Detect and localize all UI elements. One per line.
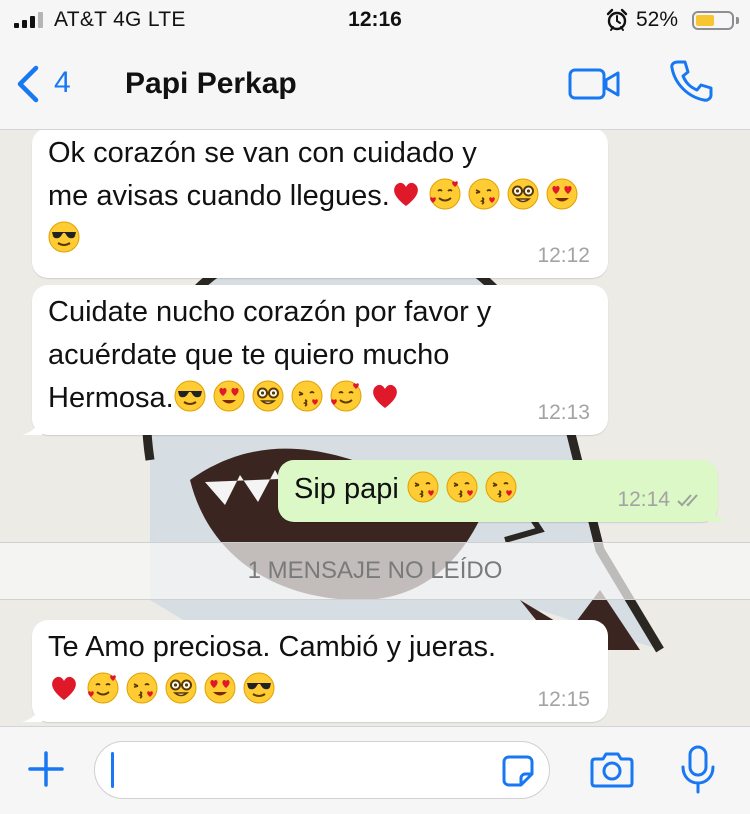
message-text: Te Amo preciosa. Cambió y jueras.	[48, 631, 497, 663]
back-chevron-icon	[17, 65, 39, 103]
video-call-icon[interactable]	[568, 66, 622, 102]
bubble-tail	[22, 704, 42, 722]
status-bar: AT&T 4G LTE 12:16 52%	[0, 0, 750, 40]
battery-percent: 52%	[636, 8, 679, 31]
message-timestamp: 12:12	[537, 244, 590, 267]
unread-divider-label: 1 MENSAJE NO LEÍDO	[247, 557, 503, 584]
face-blowing-kiss-emoji-icon	[407, 471, 439, 503]
red-heart-emoji-icon	[393, 182, 418, 206]
alarm-icon	[606, 8, 628, 31]
message-time-value: 12:14	[617, 488, 670, 511]
sunglasses-face-emoji-icon	[174, 380, 206, 412]
nerd-face-emoji-icon	[165, 672, 197, 704]
face-blowing-kiss-emoji-icon	[468, 178, 500, 210]
smiling-face-with-hearts-emoji-icon	[429, 178, 461, 210]
smiling-face-with-hearts-emoji-icon	[87, 672, 119, 704]
camera-icon[interactable]	[590, 749, 634, 789]
contact-name[interactable]: Papi Perkap	[125, 67, 297, 101]
sticker-icon[interactable]	[501, 754, 535, 788]
text-cursor	[111, 752, 114, 788]
nerd-face-emoji-icon	[507, 178, 539, 210]
chat-header: 4 Papi Perkap	[0, 40, 750, 130]
message-list[interactable]: Ok corazón se van con cuidado y me avisa…	[0, 130, 750, 726]
message-timestamp: 12:15	[537, 688, 590, 711]
message-bubble-incoming[interactable]: Cuidate nucho corazón por favor y acuérd…	[22, 285, 608, 435]
smiling-face-with-hearts-emoji-icon	[330, 380, 362, 412]
red-heart-emoji-icon	[372, 384, 397, 408]
battery-fill	[696, 15, 714, 26]
message-bubble-incoming[interactable]: Te Amo preciosa. Cambió y jueras. 12:15	[22, 620, 608, 722]
composer-bar	[0, 726, 750, 814]
sunglasses-face-emoji-icon	[243, 672, 275, 704]
microphone-icon[interactable]	[680, 745, 716, 795]
sunglasses-face-emoji-icon	[48, 221, 80, 253]
red-heart-emoji-icon	[52, 676, 76, 700]
bubble-tail	[708, 504, 728, 522]
message-input[interactable]	[94, 741, 550, 799]
face-blowing-kiss-emoji-icon	[291, 380, 323, 412]
battery-tip	[736, 17, 739, 24]
battery-icon	[692, 11, 734, 30]
face-blowing-kiss-emoji-icon	[446, 471, 478, 503]
message-bubble-incoming[interactable]: Ok corazón se van con cuidado y me avisa…	[32, 130, 608, 278]
unread-messages-divider: 1 MENSAJE NO LEÍDO	[0, 542, 750, 600]
unread-chats-count: 4	[54, 66, 71, 99]
plus-icon[interactable]	[26, 749, 66, 789]
message-timestamp: 12:14	[617, 488, 704, 512]
message-timestamp: 12:13	[537, 401, 590, 424]
heart-eyes-emoji-icon	[546, 178, 578, 210]
message-text: Sip papi	[294, 473, 399, 505]
heart-eyes-emoji-icon	[204, 672, 236, 704]
phone-icon[interactable]	[668, 58, 714, 104]
message-bubble-outgoing[interactable]: Sip papi 12:14	[278, 460, 728, 522]
face-blowing-kiss-emoji-icon	[485, 471, 517, 503]
back-button[interactable]: 4	[14, 62, 84, 106]
heart-eyes-emoji-icon	[213, 380, 245, 412]
delivered-ticks-icon	[677, 494, 698, 507]
face-blowing-kiss-emoji-icon	[126, 672, 158, 704]
nerd-face-emoji-icon	[252, 380, 284, 412]
bubble-tail	[22, 417, 42, 435]
